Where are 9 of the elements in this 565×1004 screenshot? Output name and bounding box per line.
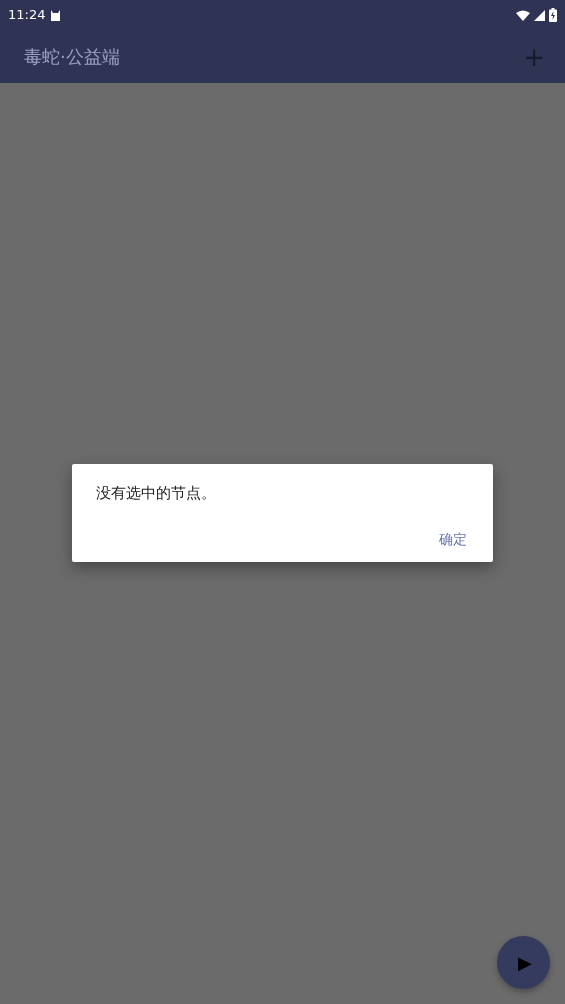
battery-icon [549, 8, 557, 22]
app-title: 毒蛇·公益端 [24, 45, 120, 69]
confirm-button[interactable]: 确定 [437, 527, 469, 552]
wifi-icon [516, 9, 530, 21]
dialog-message: 没有选中的节点。 [96, 483, 217, 504]
add-button[interactable]: + [519, 43, 549, 70]
status-time: 11:24 [8, 6, 46, 25]
signal-icon [534, 9, 545, 21]
play-button[interactable]: ▶ [497, 936, 550, 989]
